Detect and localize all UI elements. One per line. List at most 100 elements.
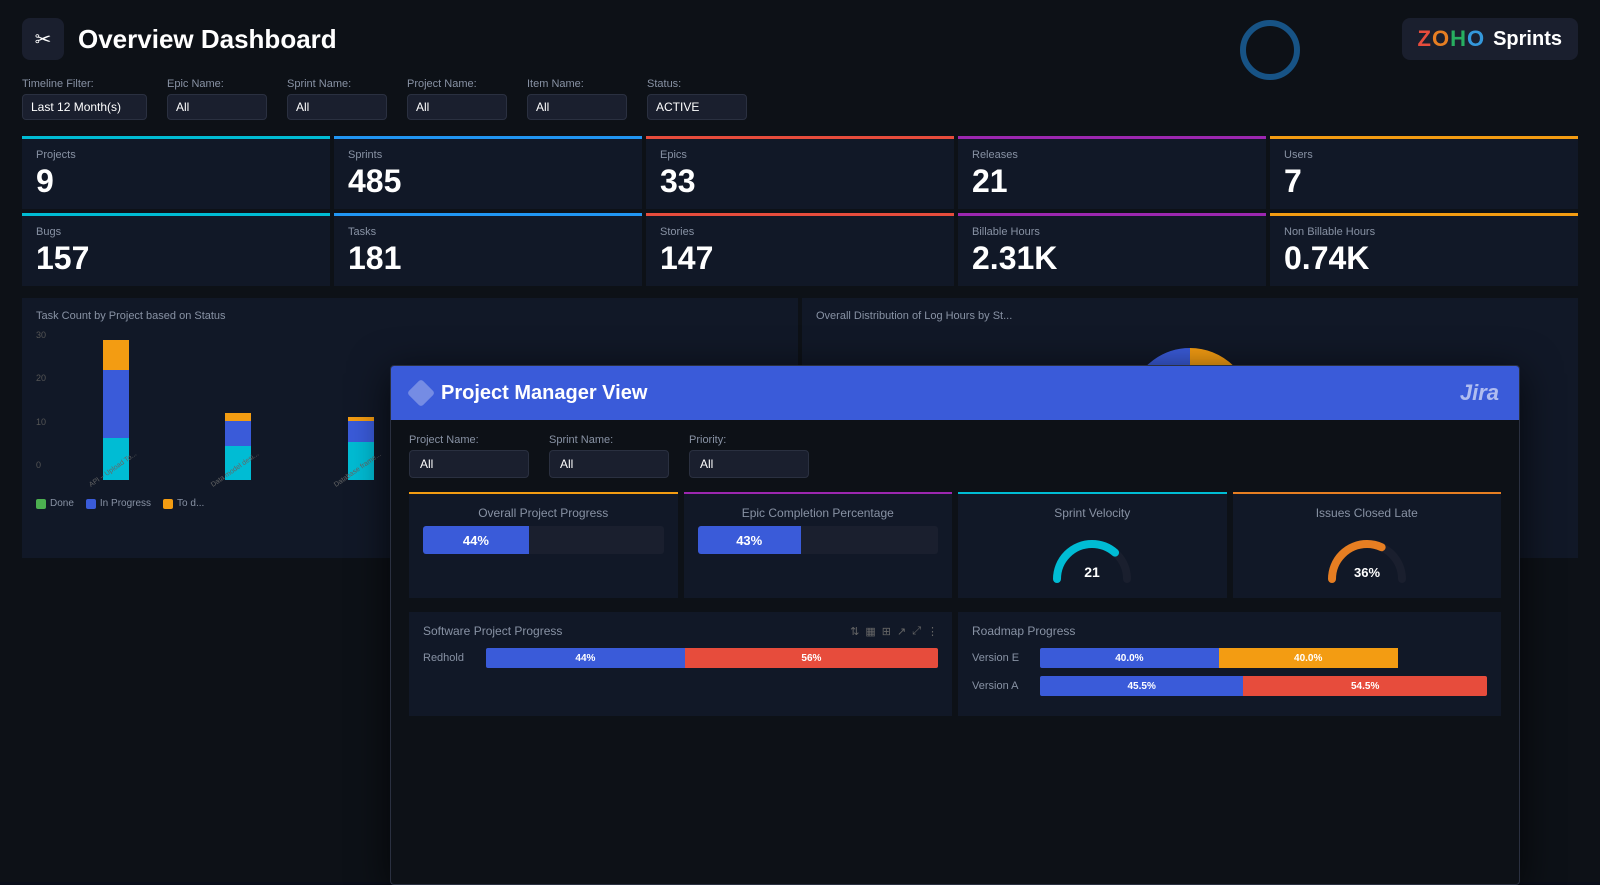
stats-row-2: Bugs 157 Tasks 181 Stories 147 Billable … (22, 213, 1578, 286)
pm-panel-title-group: Project Manager View (411, 382, 647, 405)
item-filter-label: Item Name: (527, 78, 627, 90)
dashboard-title: Overview Dashboard (78, 24, 337, 55)
metric-overall-progress-bar: 44% (423, 526, 664, 554)
diamond-icon (407, 379, 435, 407)
pm-sprint-filter-select[interactable]: All (549, 450, 669, 478)
filter-bar: Timeline Filter: Last 12 Month(s) Epic N… (22, 78, 1578, 120)
metric-epic-completion-fill: 43% (698, 526, 801, 554)
y-label-0: 0 (36, 460, 46, 470)
project-filter-group: Project Name: All (407, 78, 507, 120)
pm-priority-filter-select[interactable]: All (689, 450, 809, 478)
stat-epics-value: 33 (660, 165, 940, 197)
donut-chart-title: Overall Distribution of Log Hours by St.… (816, 310, 1564, 322)
zoho-o1: O (1432, 26, 1450, 51)
legend-todo-label: To d... (177, 498, 204, 509)
metric-issues-closed-late: Issues Closed Late 36% (1233, 492, 1502, 598)
zoho-z: Z (1418, 26, 1432, 51)
pm-panel-title-text: Project Manager View (441, 382, 647, 405)
zoho-brand: ZOHO (1418, 26, 1486, 52)
zoho-sprints-label: Sprints (1493, 28, 1562, 51)
bar-group-1: API – Upload To... (60, 340, 172, 490)
bar-inprogress-2 (225, 421, 251, 446)
pm-priority-filter-label: Priority: (689, 434, 809, 446)
legend-todo: To d... (163, 498, 204, 509)
zoho-logo: ZOHO Sprints (1402, 18, 1579, 60)
metric-overall-progress-title: Overall Project Progress (423, 506, 664, 520)
software-bar-label-redhold: Redhold (423, 652, 478, 664)
roadmap-title: Roadmap Progress (972, 624, 1075, 638)
pm-panel: Project Manager View Jira Project Name: … (390, 365, 1520, 885)
metric-overall-progress: Overall Project Progress 44% (409, 492, 678, 598)
zoho-h: H (1450, 26, 1467, 51)
project-filter-select[interactable]: All (407, 94, 507, 120)
metric-sprint-velocity-gauge: 21 (972, 526, 1213, 586)
stat-projects: Projects 9 (22, 136, 330, 209)
status-filter-select[interactable]: ACTIVE (647, 94, 747, 120)
roadmap-track-version-a: 45.5% 54.5% (1040, 676, 1487, 696)
timeline-filter-group: Timeline Filter: Last 12 Month(s) (22, 78, 147, 120)
sprint-filter-label: Sprint Name: (287, 78, 387, 90)
stat-billable-value: 2.31K (972, 242, 1252, 274)
more-icon[interactable]: ⋮ (927, 625, 938, 638)
software-bar-remaining-redhold: 56% (685, 648, 938, 668)
svg-text:36%: 36% (1354, 565, 1380, 580)
sprint-filter-select[interactable]: All (287, 94, 387, 120)
metric-epic-completion-bar: 43% (698, 526, 939, 554)
legend-todo-dot (163, 499, 173, 509)
stat-billable: Billable Hours 2.31K (958, 213, 1266, 286)
item-filter-select[interactable]: All (527, 94, 627, 120)
stat-users-label: Users (1284, 149, 1564, 161)
expand-icon[interactable]: ⤢ (912, 625, 921, 638)
stat-users: Users 7 (1270, 136, 1578, 209)
export-icon[interactable]: ↗ (897, 625, 906, 638)
bar-todo-1 (103, 340, 129, 370)
project-filter-label: Project Name: (407, 78, 507, 90)
roadmap-label-version-e: Version E (972, 652, 1032, 664)
roadmap-row-version-a: Version A 45.5% 54.5% (972, 676, 1487, 696)
bar-todo-2 (225, 413, 251, 421)
pm-sprint-filter-label: Sprint Name: (549, 434, 669, 446)
roadmap-bar-e-orange: 40.0% (1219, 648, 1398, 668)
stat-stories: Stories 147 (646, 213, 954, 286)
bar-chart-title: Task Count by Project based on Status (36, 310, 784, 322)
pm-priority-filter-group: Priority: All (689, 434, 809, 478)
metric-epic-completion: Epic Completion Percentage 43% (684, 492, 953, 598)
epic-filter-label: Epic Name: (167, 78, 267, 90)
metric-overall-progress-fill: 44% (423, 526, 529, 554)
pm-panel-header: Project Manager View Jira (391, 366, 1519, 420)
stat-billable-label: Billable Hours (972, 226, 1252, 238)
stat-tasks: Tasks 181 (334, 213, 642, 286)
metric-cards-row: Overall Project Progress 44% Epic Comple… (409, 492, 1501, 598)
timeline-filter-select[interactable]: Last 12 Month(s) (22, 94, 147, 120)
software-progress-card: Software Project Progress ⇅ ▦ ⊞ ↗ ⤢ ⋮ Re… (409, 612, 952, 716)
stat-stories-label: Stories (660, 226, 940, 238)
epic-filter-select[interactable]: All (167, 94, 267, 120)
legend-inprogress-dot (86, 499, 96, 509)
software-progress-title-row: Software Project Progress ⇅ ▦ ⊞ ↗ ⤢ ⋮ (423, 624, 938, 638)
data-icon[interactable]: ⊞ (882, 625, 891, 638)
roadmap-track-version-e: 40.0% 40.0% (1040, 648, 1487, 668)
chart-icon[interactable]: ▦ (865, 625, 875, 638)
stat-nonbillable: Non Billable Hours 0.74K (1270, 213, 1578, 286)
dashboard-header: ✂ Overview Dashboard ZOHO Sprints (22, 18, 1578, 60)
pm-sprint-filter-group: Sprint Name: All (549, 434, 669, 478)
metric-epic-completion-title: Epic Completion Percentage (698, 506, 939, 520)
pm-project-filter-select[interactable]: All (409, 450, 529, 478)
stat-releases-value: 21 (972, 165, 1252, 197)
sort-icon[interactable]: ⇅ (850, 625, 859, 638)
stat-epics-label: Epics (660, 149, 940, 161)
circle-decoration (1240, 20, 1300, 80)
sprint-velocity-svg: 21 (1047, 529, 1137, 584)
stat-sprints: Sprints 485 (334, 136, 642, 209)
status-filter-group: Status: ACTIVE (647, 78, 747, 120)
epic-filter-group: Epic Name: All (167, 78, 267, 120)
bar-inprogress-1 (103, 370, 129, 438)
metric-issues-closed-late-gauge: 36% (1247, 526, 1488, 586)
stat-sprints-label: Sprints (348, 149, 628, 161)
pm-filters: Project Name: All Sprint Name: All Prior… (409, 434, 1501, 478)
svg-text:21: 21 (1084, 564, 1100, 580)
stat-epics: Epics 33 (646, 136, 954, 209)
roadmap-title-row: Roadmap Progress (972, 624, 1487, 638)
header-left: ✂ Overview Dashboard (22, 18, 337, 60)
stat-bugs-label: Bugs (36, 226, 316, 238)
